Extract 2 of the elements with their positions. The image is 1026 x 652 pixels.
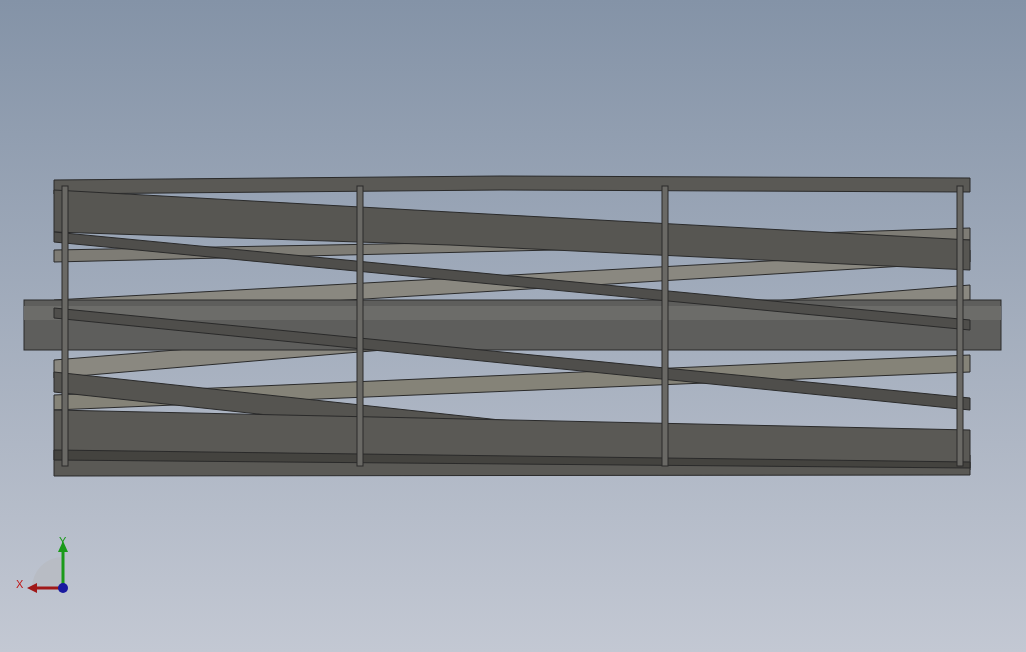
- axis-label: X: [16, 578, 24, 590]
- axis-triad-drawing: [27, 541, 68, 593]
